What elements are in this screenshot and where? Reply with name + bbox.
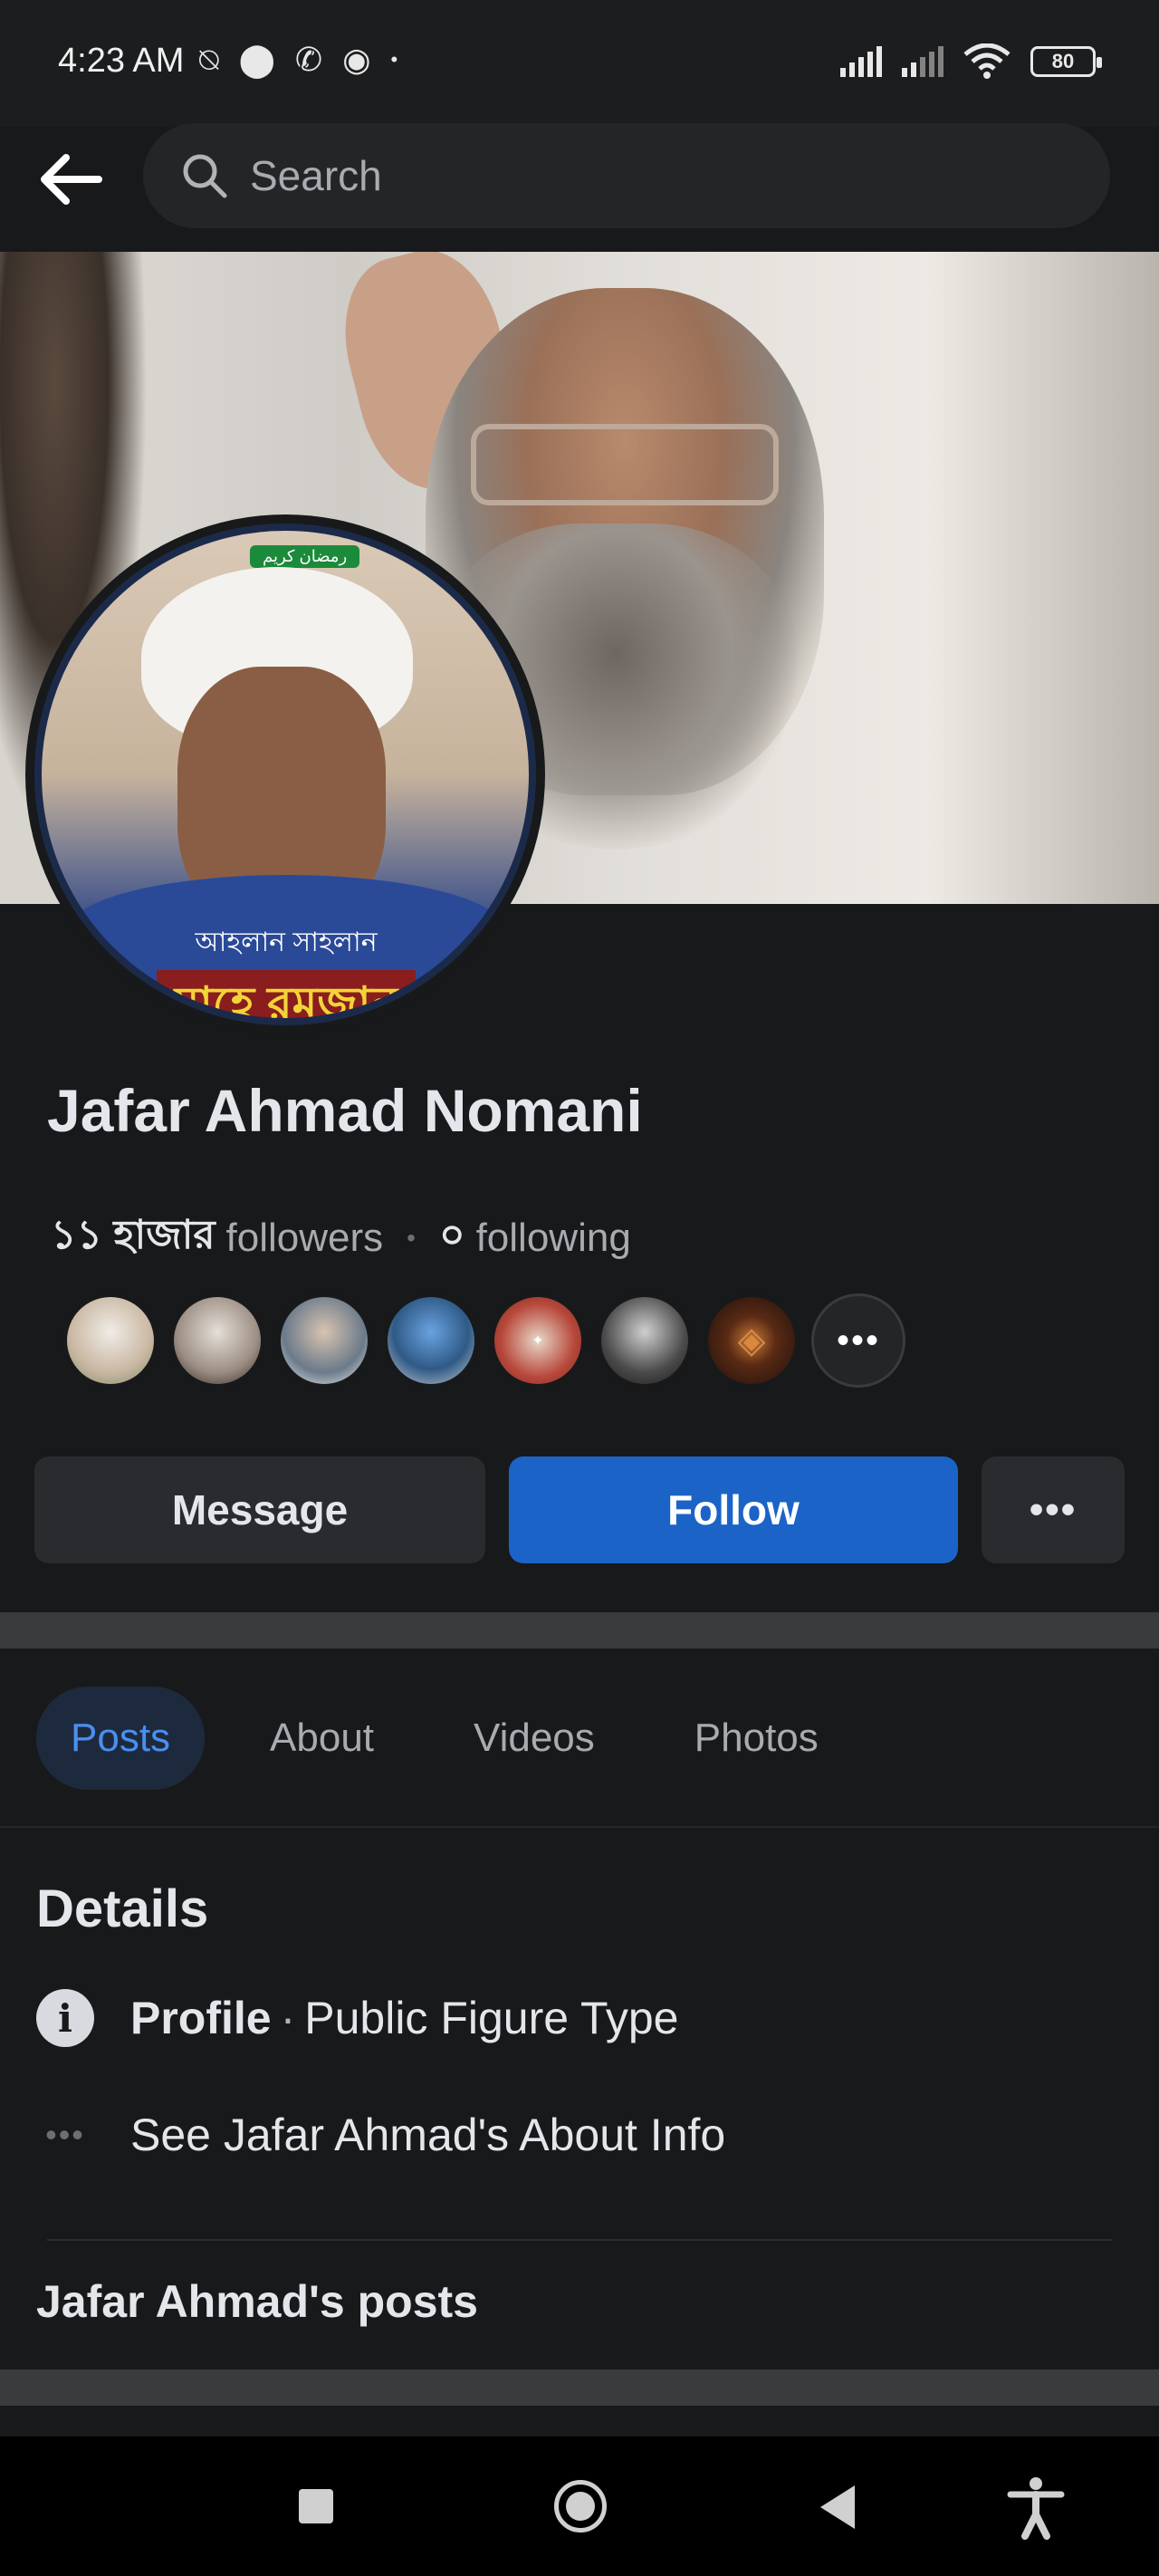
- section-divider: [0, 1612, 1159, 1648]
- following-label[interactable]: following: [476, 1216, 631, 1261]
- following-count[interactable]: ০: [439, 1205, 465, 1271]
- message-button[interactable]: Message: [34, 1456, 485, 1563]
- follower-avatar[interactable]: [598, 1293, 692, 1388]
- follower-avatar[interactable]: [63, 1293, 158, 1388]
- see-about-info-link[interactable]: ••• See Jafar Ahmad's About Info: [36, 2109, 725, 2161]
- details-divider: [47, 2239, 1112, 2241]
- follower-preview-list: ✦ ◈ •••: [63, 1293, 905, 1388]
- follow-counts: ১১ হাজার followers • ০ following: [51, 1205, 631, 1271]
- profile-name: Jafar Ahmad Nomani: [47, 1077, 643, 1144]
- profile-picture[interactable]: رمضان كريم আহলান সাহলান মাহে রমজান: [25, 514, 545, 1034]
- signal-icon: [902, 46, 943, 77]
- info-icon: i: [36, 1989, 94, 2047]
- follow-button[interactable]: Follow: [509, 1456, 958, 1563]
- detail-separator: ·: [280, 1993, 296, 2043]
- status-time: 4:23 AM: [58, 42, 185, 80]
- system-back-button[interactable]: [820, 2485, 855, 2529]
- status-system-icons: 80: [840, 43, 1102, 80]
- avatar-banner-line1: আহলান সাহলান: [195, 928, 378, 957]
- recents-button[interactable]: [299, 2489, 333, 2523]
- avatar-tag: رمضان كريم: [250, 545, 360, 568]
- details-heading: Details: [36, 1879, 209, 1938]
- home-button[interactable]: [554, 2480, 607, 2533]
- counts-separator: •: [407, 1223, 416, 1252]
- search-input[interactable]: [250, 151, 974, 200]
- followers-label[interactable]: followers: [226, 1216, 384, 1261]
- avatar-banner-line2: মাহে রমজান: [156, 970, 417, 1018]
- followers-count[interactable]: ১১ হাজার: [51, 1205, 216, 1271]
- avatar-banner: আহলান সাহলান মাহে রমজান: [78, 920, 494, 1018]
- phone-icon: ✆: [294, 41, 323, 78]
- section-divider: [0, 2369, 1159, 2406]
- more-dots-icon: •••: [45, 2116, 85, 2153]
- follower-avatar[interactable]: [277, 1293, 371, 1388]
- dot-icon: •: [390, 48, 398, 71]
- messenger-icon: ◉: [342, 41, 371, 78]
- profile-tabs: Posts About Videos Photos: [36, 1687, 853, 1790]
- back-button[interactable]: [34, 143, 107, 216]
- search-bar[interactable]: [143, 123, 1110, 228]
- follower-avatar[interactable]: [170, 1293, 264, 1388]
- tab-about[interactable]: About: [235, 1687, 408, 1790]
- location-icon: ⬤: [238, 41, 275, 78]
- signal-icon: [840, 46, 882, 77]
- follower-avatar[interactable]: ◈: [704, 1293, 799, 1388]
- more-followers-button[interactable]: •••: [811, 1293, 905, 1388]
- follower-avatar[interactable]: ✦: [491, 1293, 585, 1388]
- more-options-button[interactable]: •••: [982, 1456, 1125, 1563]
- detail-profile-label: Profile: [130, 1993, 272, 2043]
- cover-glasses: [471, 424, 779, 505]
- search-icon: [183, 154, 227, 198]
- muted-call-icon: ⍉: [199, 41, 219, 78]
- see-about-info-label[interactable]: See Jafar Ahmad's About Info: [130, 2109, 725, 2161]
- tab-photos[interactable]: Photos: [660, 1687, 853, 1790]
- tabs-divider: [0, 1826, 1159, 1828]
- detail-profile-type: i Profile · Public Figure Type: [36, 1989, 678, 2047]
- status-bar: 4:23 AM ⍉ ⬤ ✆ ◉ • 80: [0, 0, 1159, 127]
- battery-icon: 80: [1030, 46, 1102, 77]
- tab-posts[interactable]: Posts: [36, 1687, 206, 1790]
- wifi-icon: [963, 43, 1011, 79]
- accessibility-icon[interactable]: [1007, 2476, 1065, 2540]
- posts-heading: Jafar Ahmad's posts: [36, 2276, 478, 2327]
- status-notification-icons: ⍉ ⬤ ✆ ◉ •: [199, 43, 398, 76]
- back-arrow-icon: [41, 154, 102, 205]
- detail-profile-type-value: Public Figure Type: [304, 1993, 679, 2043]
- tab-videos[interactable]: Videos: [439, 1687, 629, 1790]
- profile-picture-image: رمضان كريم আহলান সাহলান মাহে রমজান: [34, 524, 536, 1025]
- follower-avatar[interactable]: [384, 1293, 478, 1388]
